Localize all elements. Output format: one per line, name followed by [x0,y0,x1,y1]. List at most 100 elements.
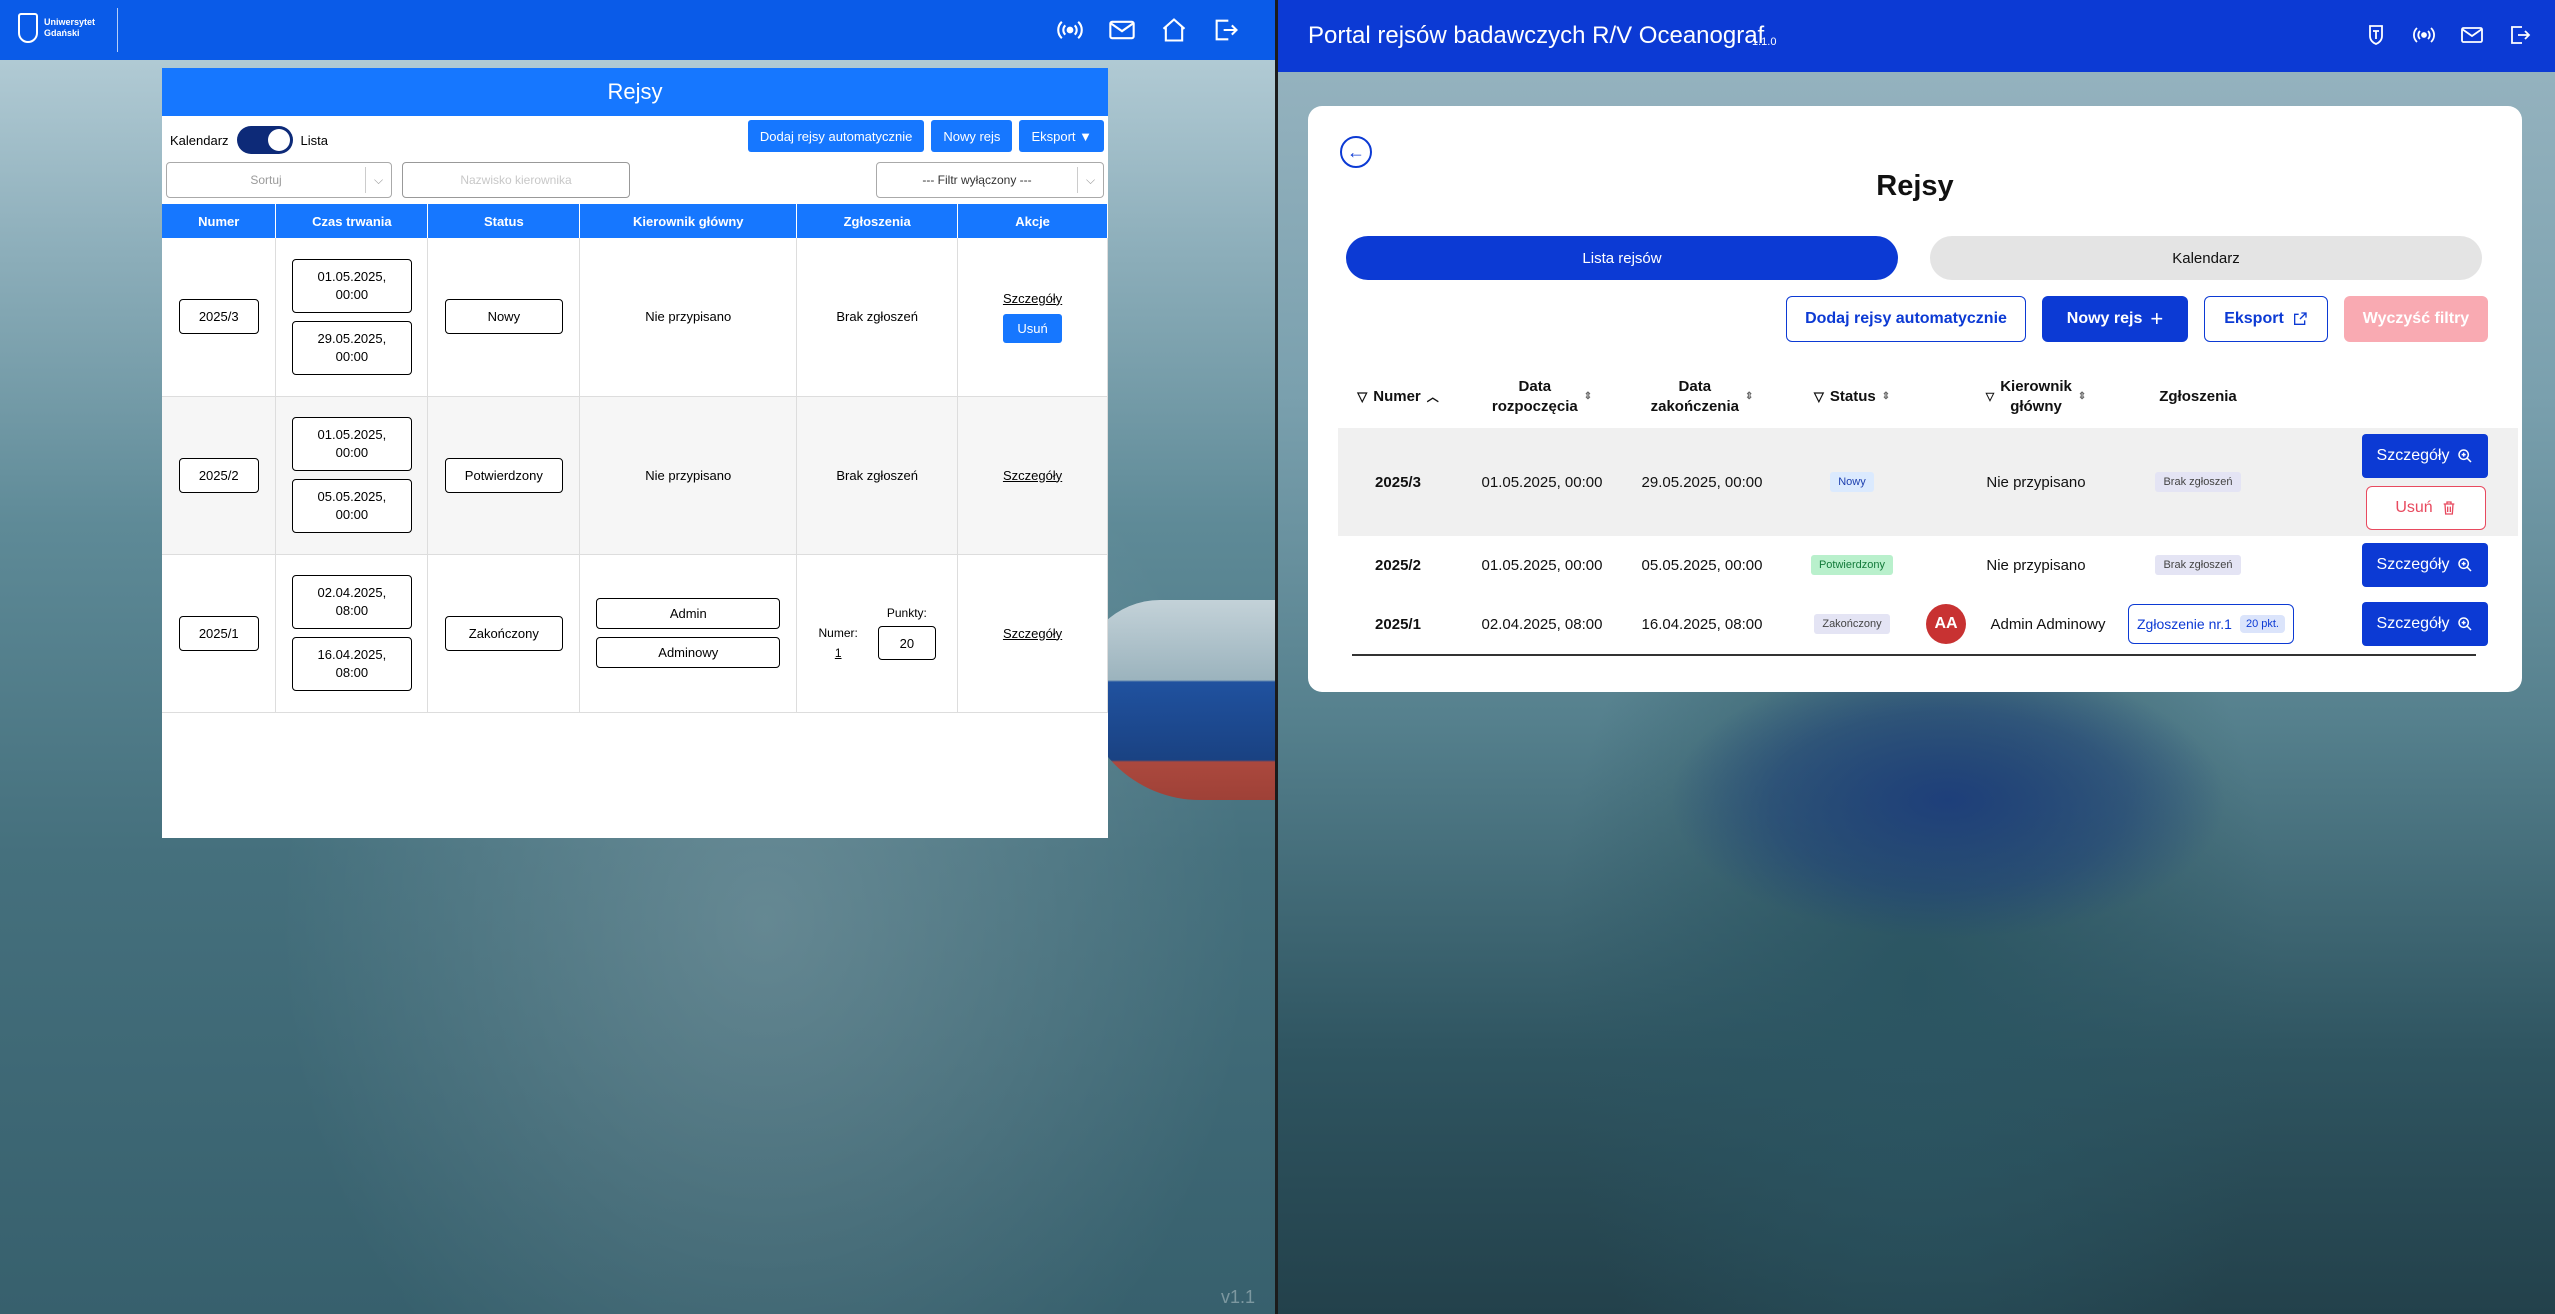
delete-button[interactable]: Usuń [2366,486,2486,530]
col-akcje: Akcje [957,204,1108,238]
details-link[interactable]: Szczegóły [1003,626,1062,641]
mail-icon[interactable] [1107,15,1137,45]
manager-cell: Nie przypisano [1986,556,2086,574]
logout-icon[interactable] [2507,22,2533,48]
chevron-down-icon: ⌵ [1077,167,1103,193]
manager-cell: Nie przypisano [579,396,798,555]
new-cruise-button[interactable]: Nowy rejs + [2042,296,2188,342]
version-watermark: v1.1 [1220,1287,1255,1307]
table-header: ▽ Numer ︿ Data rozpoczęcia ⇕ Data zakończe… [1338,368,2518,426]
filter-icon: ▽ [1813,389,1824,404]
tab-cruise-list[interactable]: Lista rejsów [1346,236,1898,280]
col-kierownik[interactable]: ▽ Kierownik główny ⇕ [1946,368,2126,426]
end-date: 05.05.2025, 00:00 [1641,556,1763,574]
end-date: 16.04.2025, 08:00 [291,637,412,691]
portal-title[interactable]: Portal rejsów badawczych R/V Oceanograf [1308,22,1764,50]
col-data-rozpoczecia[interactable]: Data rozpoczęcia ⇕ [1462,368,1622,426]
export-button[interactable]: Eksport [2204,296,2328,342]
table-row: 2025/2 01.05.2025, 00:00 05.05.2025, 00:… [1338,536,2518,594]
manager-first-name: Admin [596,598,781,629]
table-row: 2025/3 01.05.2025, 00:00 29.05.2025, 00:… [1338,428,2518,536]
manager-last-name: Adminowy [596,637,781,668]
left-app-pane: Uniwersytet Gdański Rejsy Kalendarz List… [0,0,1275,1314]
cruise-number: 2025/2 [1375,556,1421,574]
export-button[interactable]: Eksport ▼ [1019,120,1104,152]
col-zgloszenia: Zgłoszenia [2159,388,2237,405]
application-summary: Numer: 1 Punkty: 20 [798,606,956,660]
details-link[interactable]: Szczegóły [1003,291,1062,306]
applications-cell: Brak zgłoszeń [796,396,959,555]
zoom-icon [2458,617,2472,631]
home-icon[interactable] [1159,15,1189,45]
broadcast-icon[interactable] [2411,22,2437,48]
toggle-label-calendar: Kalendarz [170,132,229,148]
details-button[interactable]: Szczegóły [2362,602,2488,646]
ug-crest-icon[interactable] [2363,22,2389,48]
zoom-icon [2458,558,2472,572]
application-button[interactable]: Zgłoszenie nr.1 20 pkt. [2128,604,2294,644]
manager-cell: Admin Adminowy [1990,615,2106,633]
end-date: 29.05.2025, 00:00 [1641,473,1763,491]
chevron-down-icon: ⌵ [365,167,391,193]
col-numer[interactable]: ▽ Numer ︿ [1338,368,1458,426]
export-label: Eksport [2224,310,2284,327]
no-applications-badge: Brak zgłoszeń [2155,472,2241,492]
cruise-table: Numer Czas trwania Status Kierownik głów… [162,204,1108,713]
details-button[interactable]: Szczegóły [2362,434,2488,478]
manager-cell: Nie przypisano [1986,473,2086,491]
col-zgloszenia[interactable]: Zgłoszenia [796,204,959,238]
end-date: 29.05.2025, 00:00 [291,320,412,375]
points-field[interactable]: 20 [877,626,936,660]
status-badge: Nowy [444,299,563,335]
col-data-zakonczenia[interactable]: Data zakończenia ⇕ [1622,368,1782,426]
sort-up-icon: ︿ [1426,390,1439,404]
broadcast-icon[interactable] [1055,15,1085,45]
status-filter-select[interactable]: --- Filtr wyłączony --- ⌵ [876,162,1104,198]
start-date: 01.05.2025, 00:00 [1481,556,1603,574]
view-switch[interactable] [236,126,293,154]
table-row: 2025/1 02.04.2025, 08:00 16.04.2025, 08:00… [162,554,1108,713]
page-title: Rejsy [1876,170,1954,202]
status-badge: Zakończony [1814,614,1890,634]
cruise-number: 2025/1 [178,615,259,651]
right-app-pane: Portal rejsów badawczych R/V Oceanograf … [1278,0,2555,1314]
sort-select[interactable]: Sortuj ⌵ [166,162,392,198]
sort-icon: ⇕ [1881,391,1891,402]
add-auto-button[interactable]: Dodaj rejsy automatycznie [1786,296,2026,342]
col-status[interactable]: Status [427,204,581,238]
clear-filters-button[interactable]: Wyczyść filtry [2344,296,2488,342]
add-auto-button[interactable]: Dodaj rejsy automatycznie [747,120,925,152]
mail-icon[interactable] [2459,22,2485,48]
table-scrollbar[interactable] [1352,654,2476,656]
cruise-number: 2025/3 [1375,473,1421,491]
plus-icon: + [2150,306,2164,331]
end-date: 05.05.2025, 00:00 [291,479,412,533]
toggle-label-list: Lista [300,132,329,148]
background-ship [1080,600,1275,800]
filter-icon: ▽ [1985,391,1995,403]
start-date: 01.05.2025, 00:00 [291,258,412,313]
tab-calendar[interactable]: Kalendarz [1930,236,2482,280]
application-number-link[interactable]: 1 [835,646,842,660]
status-badge: Zakończony [444,615,563,651]
clear-filters-label: Wyczyść filtry [2362,310,2470,327]
start-date: 01.05.2025, 00:00 [1481,473,1603,491]
manager-search-input[interactable]: Nazwisko kierownika [402,162,630,198]
ug-logo[interactable]: Uniwersytet Gdański [18,13,95,43]
cruise-number: 2025/3 [178,299,259,335]
col-status[interactable]: ▽ Status ⇕ [1782,368,1922,426]
col-numer[interactable]: Numer [162,204,277,238]
details-button[interactable]: Szczegóły [2362,543,2488,587]
logo-line-1: Uniwersytet [44,17,96,27]
new-cruise-button[interactable]: Nowy rejs [931,120,1013,152]
col-czas[interactable]: Czas trwania [275,204,429,238]
table-header: Numer Czas trwania Status Kierownik głów… [162,204,1108,238]
back-arrow-icon[interactable]: ← [1340,136,1372,168]
logout-icon[interactable] [1211,15,1241,45]
table-row: 2025/1 02.04.2025, 08:00 16.04.2025, 08:… [1338,594,2518,654]
delete-button[interactable]: Usuń [1003,313,1062,343]
application-number-label: Numer: [818,626,858,640]
col-kierownik[interactable]: Kierownik główny [579,204,798,238]
left-header: Uniwersytet Gdański [0,0,1275,60]
details-link[interactable]: Szczegóły [1003,468,1062,483]
